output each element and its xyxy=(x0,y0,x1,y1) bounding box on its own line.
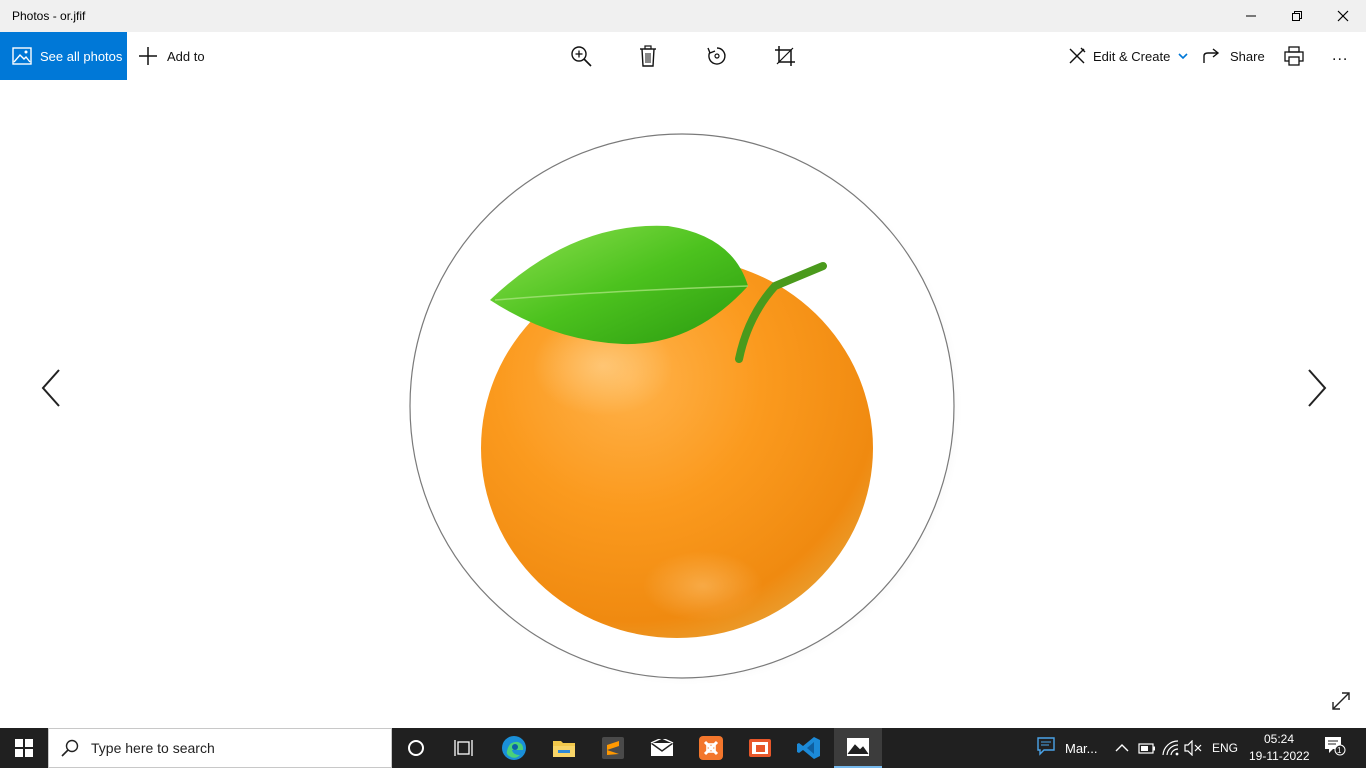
add-to-button[interactable]: Add to xyxy=(138,32,205,80)
photo-viewer xyxy=(0,80,1366,728)
folder-icon xyxy=(553,741,575,757)
edge-icon xyxy=(502,736,526,760)
battery-indicator[interactable] xyxy=(1138,740,1156,756)
close-button[interactable] xyxy=(1320,0,1366,32)
share-icon xyxy=(1203,48,1220,63)
battery-icon xyxy=(1138,743,1155,754)
clock-date[interactable]: 19-11-2022 xyxy=(1249,749,1310,763)
xampp-icon xyxy=(699,736,723,760)
windows-logo-icon xyxy=(15,739,33,757)
taskbar-app-vscode[interactable] xyxy=(785,728,833,768)
mail-icon xyxy=(650,739,674,756)
plus-icon xyxy=(139,47,157,65)
see-all-photos-button[interactable]: See all photos xyxy=(0,32,127,80)
expand-icon xyxy=(1332,692,1350,710)
title-bar: Photos - or.jfif xyxy=(0,0,1366,32)
delete-button[interactable] xyxy=(636,44,660,68)
more-options-button[interactable]: ... xyxy=(1332,32,1348,80)
window-title: Photos - or.jfif xyxy=(12,9,86,23)
more-icon: ... xyxy=(1332,47,1349,64)
vscode-icon xyxy=(797,737,820,759)
toolbar: See all photos Add to Edit & Create Shar… xyxy=(0,32,1366,80)
printer-icon xyxy=(1284,46,1304,66)
close-icon xyxy=(1337,10,1349,22)
chevron-left-icon xyxy=(41,369,60,407)
taskbar-search-box[interactable]: Type here to search xyxy=(48,728,392,768)
taskbar-app-edge[interactable] xyxy=(490,728,538,768)
show-hidden-icons-button[interactable] xyxy=(1115,740,1129,756)
taskbar-app-orange[interactable] xyxy=(736,728,784,768)
app-orange-icon xyxy=(749,739,771,757)
taskbar: Type here to search Mar... ENG 05:24 19-… xyxy=(0,728,1366,768)
edit-create-button[interactable]: Edit & Create xyxy=(1068,32,1189,80)
next-photo-button[interactable] xyxy=(1302,366,1332,410)
volume-muted-icon xyxy=(1184,740,1202,756)
notes-icon xyxy=(1037,737,1055,756)
task-view-button[interactable] xyxy=(440,728,488,768)
trash-icon xyxy=(640,45,656,67)
start-button[interactable] xyxy=(0,728,48,768)
chevron-right-icon xyxy=(1308,369,1327,407)
taskbar-app-mail[interactable] xyxy=(638,728,686,768)
minimize-icon xyxy=(1246,15,1256,17)
zoom-in-icon xyxy=(571,46,592,67)
share-label: Share xyxy=(1230,48,1265,64)
crop-icon xyxy=(775,46,795,66)
rotate-button[interactable] xyxy=(705,44,729,68)
search-placeholder: Type here to search xyxy=(91,740,215,756)
taskbar-app-photos[interactable] xyxy=(834,728,882,768)
task-view-icon xyxy=(454,740,473,756)
edit-create-icon xyxy=(1069,47,1086,64)
restore-icon xyxy=(1292,11,1302,21)
previous-photo-button[interactable] xyxy=(36,366,66,410)
network-indicator[interactable] xyxy=(1162,740,1180,756)
fullscreen-button[interactable] xyxy=(1328,688,1354,714)
minimize-button[interactable] xyxy=(1228,0,1274,32)
print-button[interactable] xyxy=(1282,44,1306,68)
chevron-down-icon xyxy=(1178,53,1188,60)
sublime-text-icon xyxy=(602,737,624,759)
restore-button[interactable] xyxy=(1274,0,1320,32)
cortana-icon xyxy=(408,740,424,756)
chevron-up-icon xyxy=(1115,744,1129,752)
taskbar-app-file-explorer[interactable] xyxy=(540,728,588,768)
add-to-label: Add to xyxy=(167,48,205,64)
share-button[interactable]: Share xyxy=(1203,32,1265,80)
volume-indicator[interactable] xyxy=(1184,740,1202,756)
notification-count-badge: 1 xyxy=(1337,746,1342,755)
crop-button[interactable] xyxy=(773,44,797,68)
see-all-photos-label: See all photos xyxy=(40,48,123,64)
clock-time[interactable]: 05:24 xyxy=(1264,732,1294,746)
taskbar-app-notepad-tray[interactable] xyxy=(1036,737,1056,756)
tray-app-label[interactable]: Mar... xyxy=(1065,741,1098,756)
edit-create-label: Edit & Create xyxy=(1093,48,1171,64)
photo-image xyxy=(409,133,962,685)
action-center-button[interactable]: 1 xyxy=(1324,737,1346,756)
zoom-button[interactable] xyxy=(569,44,593,68)
input-language-indicator[interactable]: ENG xyxy=(1212,741,1238,755)
rotate-icon xyxy=(707,47,726,65)
cortana-button[interactable] xyxy=(392,728,440,768)
taskbar-app-sublime-text[interactable] xyxy=(589,728,637,768)
photos-app-icon xyxy=(847,738,869,756)
taskbar-app-xampp[interactable] xyxy=(687,728,735,768)
notification-icon xyxy=(1325,737,1346,756)
search-icon xyxy=(61,739,79,757)
photos-icon xyxy=(12,47,32,65)
wifi-icon xyxy=(1162,740,1179,756)
